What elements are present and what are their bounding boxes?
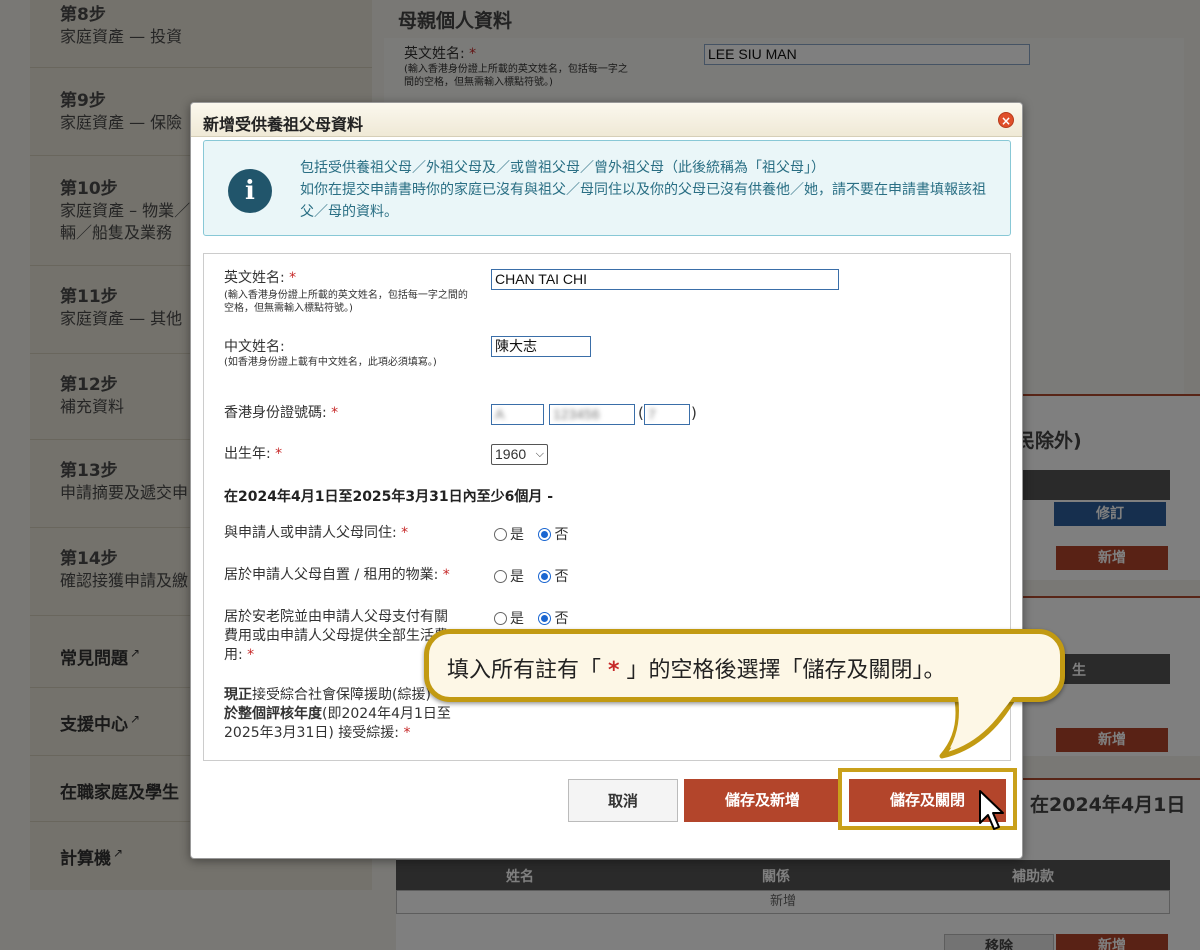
callout-text-after: 」的空格後選擇「儲存及關閉」。 bbox=[626, 658, 946, 683]
info-line-2: 如你在提交申請書時你的家庭已沒有與祖父／母同住以及你的父母已沒有供養他／她，請不… bbox=[300, 182, 986, 220]
save-and-add-button[interactable]: 儲存及新增 bbox=[684, 779, 841, 822]
info-line-1: 包括受供養祖父母／外祖父母及／或曾祖父母／曾外祖父母（此後統稱為「祖父母」） bbox=[300, 160, 825, 176]
english-name-label: 英文姓名: bbox=[224, 270, 285, 286]
hkid-prefix-input[interactable]: A bbox=[491, 404, 544, 425]
mouse-cursor-icon bbox=[979, 790, 1004, 830]
info-box: i 包括受供養祖父母／外祖父母及／或曾祖父母／曾外祖父母（此後統稱為「祖父母」）… bbox=[203, 140, 1011, 236]
chinese-name-input[interactable]: 陳大志 bbox=[491, 336, 591, 357]
english-name-input[interactable]: CHAN TAI CHI bbox=[491, 269, 839, 290]
q2-label: 居於申請人父母自置 / 租用的物業: bbox=[224, 567, 439, 583]
info-icon: i bbox=[228, 169, 272, 213]
dialog-title: 新增受供養祖父母資料 bbox=[203, 115, 364, 134]
q4-label: 現正接受綜合社會保障援助(綜援) 於整個評核年度(即2024年4月1日至 202… bbox=[224, 687, 451, 741]
callout-star: * bbox=[608, 658, 620, 683]
instruction-callout: 填入所有註有「 * 」的空格後選擇「儲存及關閉」。 bbox=[424, 629, 1065, 702]
english-name-note: (輸入香港身份證上所載的英文姓名，包括每一字之間的空格，但無需輸入標點符號。) bbox=[224, 290, 468, 314]
q3-yes-radio[interactable] bbox=[494, 612, 507, 625]
close-icon[interactable]: × bbox=[998, 112, 1014, 128]
period-heading: 在2024年4月1日至2025年3月31日內至少6個月 - bbox=[224, 489, 554, 505]
q2-radio-group: 是 否 bbox=[494, 566, 568, 586]
q1-radio-group: 是 否 bbox=[494, 524, 568, 544]
hkid-check-digit-input[interactable]: 7 bbox=[644, 404, 690, 425]
callout-text-before: 填入所有註有「 bbox=[447, 658, 602, 683]
q3-label: 居於安老院並由申請人父母支付有關 費用或由申請人父母提供全部生活費 用: * bbox=[224, 609, 448, 663]
dialog-titlebar: 新增受供養祖父母資料 × bbox=[191, 103, 1022, 137]
birth-year-label: 出生年: bbox=[224, 446, 271, 462]
q2-yes-radio[interactable] bbox=[494, 570, 507, 583]
required-mark: * bbox=[289, 270, 297, 286]
chevron-down-icon: ⌵ bbox=[535, 448, 544, 460]
q3-no-radio[interactable] bbox=[538, 612, 552, 625]
q3-radio-group: 是 否 bbox=[494, 608, 568, 628]
q2-no-radio[interactable] bbox=[538, 570, 552, 583]
q1-label: 與申請人或申請人父母同住: bbox=[224, 525, 397, 541]
chinese-name-label: 中文姓名: bbox=[224, 339, 285, 355]
q1-yes-radio[interactable] bbox=[494, 528, 507, 541]
cancel-button[interactable]: 取消 bbox=[568, 779, 678, 822]
add-grandparent-dialog: 新增受供養祖父母資料 × i 包括受供養祖父母／外祖父母及／或曾祖父母／曾外祖父… bbox=[190, 102, 1023, 859]
q1-no-radio[interactable] bbox=[538, 528, 552, 541]
hkid-label: 香港身份證號碼: bbox=[224, 405, 327, 421]
chinese-name-note: (如香港身份證上載有中文姓名，此項必須填寫。) bbox=[224, 357, 437, 368]
hkid-number-input[interactable]: 123456 bbox=[549, 404, 635, 425]
birth-year-select[interactable]: 1960 ⌵ bbox=[491, 444, 548, 465]
